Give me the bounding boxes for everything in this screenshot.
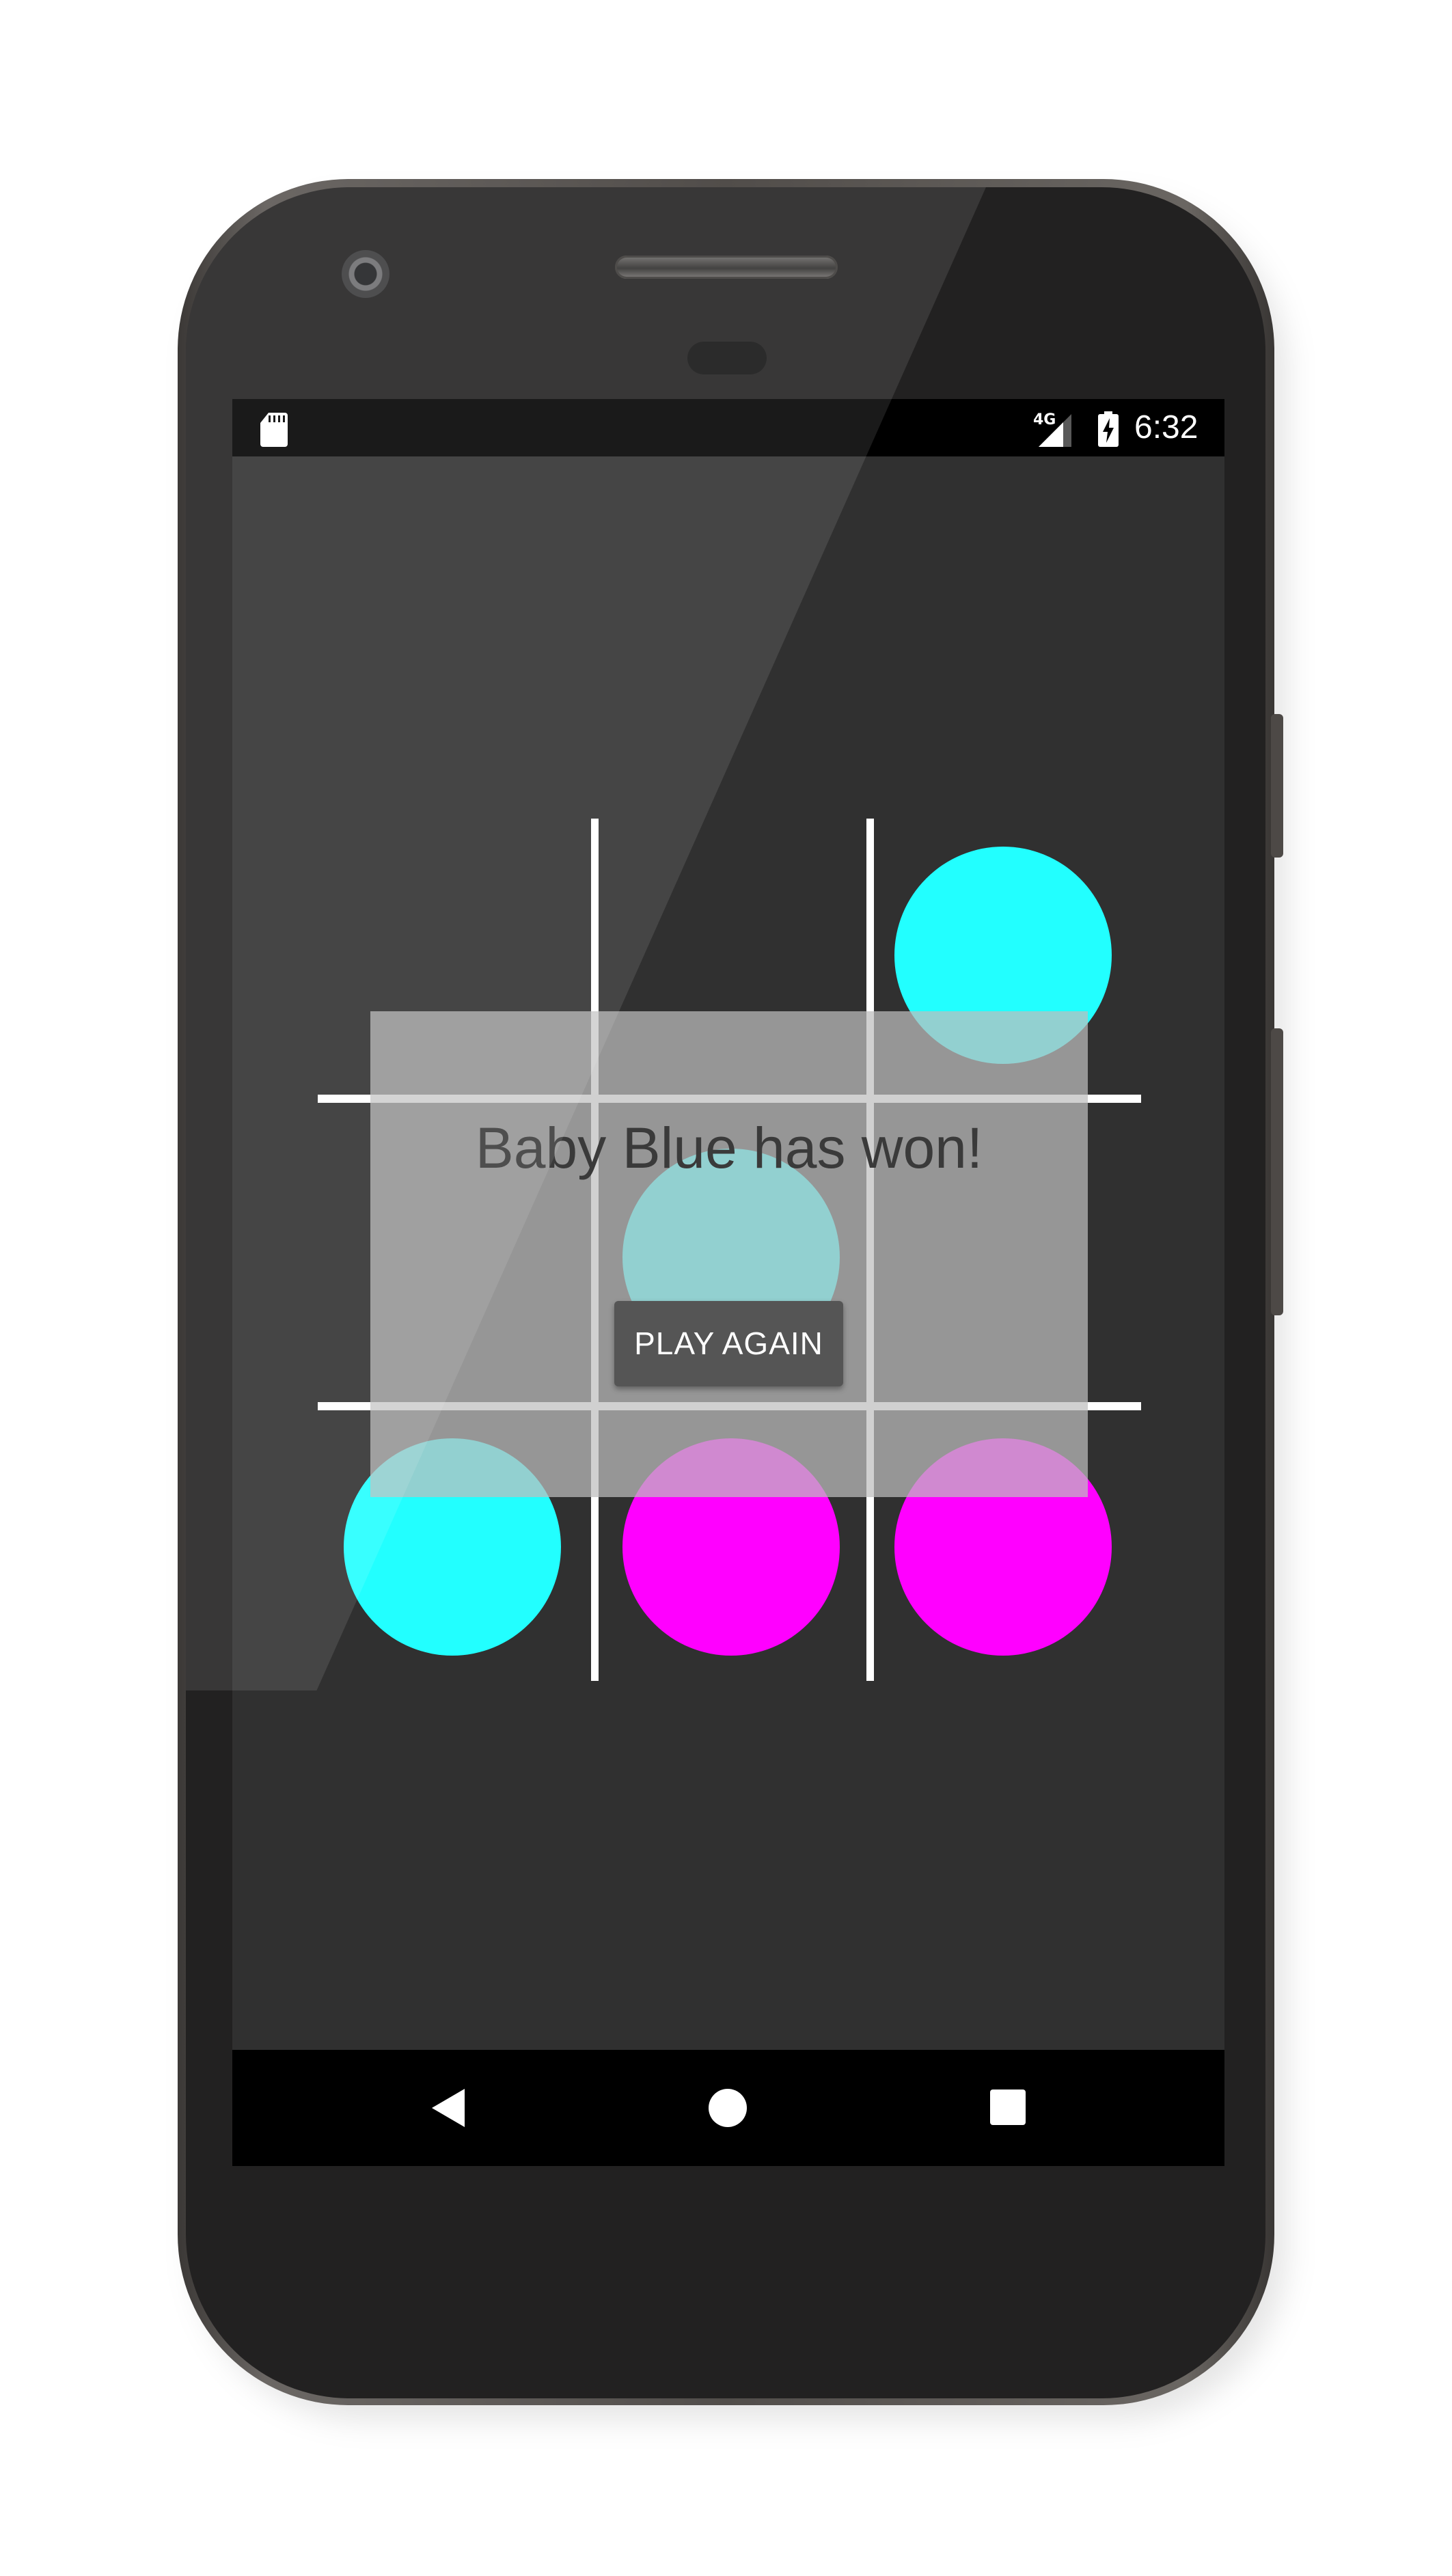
battery-charging-icon [1098, 411, 1119, 447]
volume-button [1271, 1028, 1283, 1315]
home-icon[interactable] [709, 2089, 747, 2127]
winner-message: Baby Blue has won! [475, 1116, 983, 1180]
earpiece-speaker [615, 256, 838, 279]
back-icon[interactable] [432, 2089, 465, 2127]
winner-dialog: Baby Blue has won! PLAY AGAIN [370, 1011, 1088, 1497]
navigation-bar [232, 2050, 1224, 2166]
play-again-button[interactable]: PLAY AGAIN [614, 1301, 843, 1386]
status-clock: 6:32 [1134, 409, 1198, 446]
power-button [1271, 714, 1283, 858]
sd-card-icon [260, 413, 288, 447]
recents-icon[interactable] [990, 2089, 1026, 2125]
device-mockup: 4G 6:32 Baby Blue has won! PLAY AGAIN [0, 0, 1452, 2576]
front-camera-icon [342, 250, 389, 298]
status-bar: 4G 6:32 [232, 399, 1224, 456]
cell-signal-icon [1039, 414, 1071, 447]
app-screen: 4G 6:32 Baby Blue has won! PLAY AGAIN [232, 399, 1224, 2166]
proximity-sensor [687, 342, 767, 374]
